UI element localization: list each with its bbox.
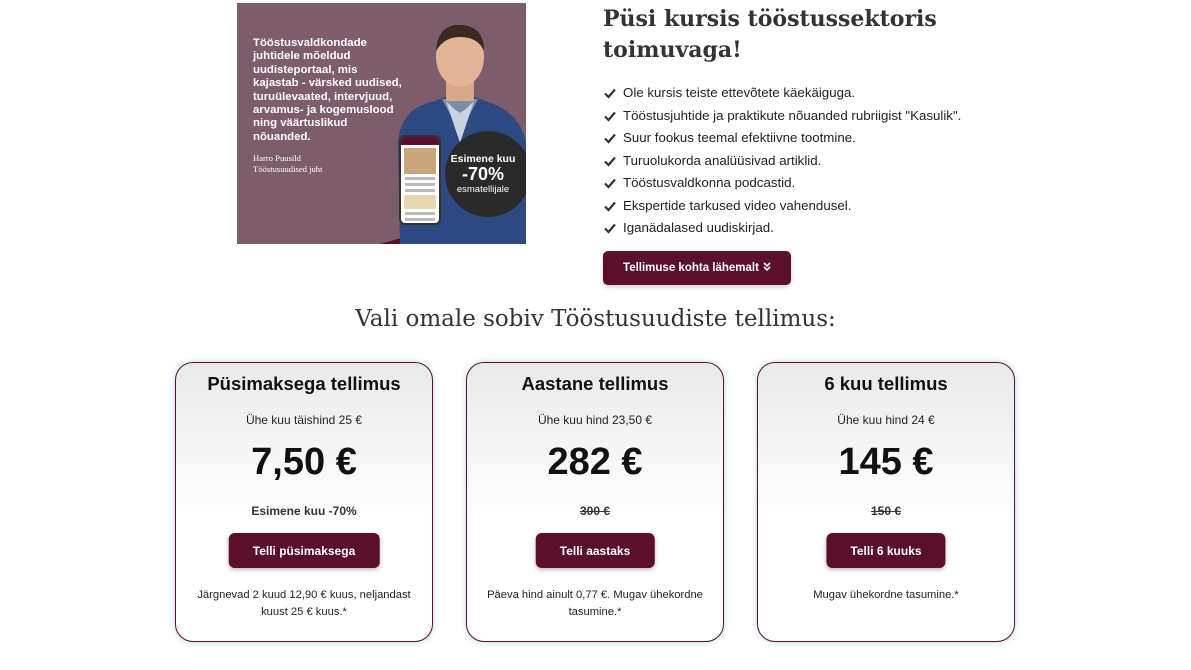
list-item: Turuolukorda analüüsivad artiklid. bbox=[603, 150, 961, 173]
feature-list: Ole kursis teiste ettevõtete käekäiguga.… bbox=[603, 82, 961, 240]
list-item: Suur fookus teemal efektiivne tootmine. bbox=[603, 127, 961, 150]
plan-card-yearly: Aastane tellimus Ühe kuu hind 23,50 € 28… bbox=[466, 362, 724, 642]
check-icon bbox=[604, 89, 616, 99]
more-info-button[interactable]: Tellimuse kohta lähemalt bbox=[603, 251, 791, 285]
plan-title: Püsimaksega tellimus bbox=[207, 373, 401, 394]
plan-price: 282 € bbox=[547, 441, 643, 483]
chevron-down-icon bbox=[763, 262, 771, 274]
plan-note: Esimene kuu -70% bbox=[251, 504, 357, 518]
plan-title: 6 kuu tellimus bbox=[824, 373, 948, 394]
phone-mockup bbox=[399, 135, 441, 225]
plan-old-price: 300 € bbox=[579, 504, 611, 518]
plan-subtitle: Ühe kuu hind 23,50 € bbox=[537, 413, 653, 427]
list-item: Ole kursis teiste ettevõtete käekäiguga. bbox=[603, 82, 961, 105]
signature-role: Tööstusuudised juht bbox=[253, 164, 323, 174]
check-icon bbox=[604, 201, 616, 212]
banner-signature: Harro Puusild Tööstusuudised juht bbox=[253, 153, 322, 175]
plan-price: 7,50 € bbox=[251, 441, 357, 483]
order-6-months-button[interactable]: Telli 6 kuuks bbox=[826, 533, 946, 568]
plan-old-price: 150 € bbox=[870, 504, 902, 518]
section-title: Vali omale sobiv Tööstusuudiste tellimus… bbox=[355, 306, 836, 332]
list-item: Iganädalased uudiskirjad. bbox=[603, 217, 961, 240]
plan-price: 145 € bbox=[838, 441, 934, 483]
check-icon bbox=[604, 179, 616, 189]
check-icon bbox=[604, 224, 616, 234]
plan-footnote: Järgnevad 2 kuud 12,90 € kuus, neljandas… bbox=[197, 589, 411, 618]
plan-card-6-months: 6 kuu tellimus Ühe kuu hind 24 € 145 € 1… bbox=[757, 362, 1015, 642]
discount-badge: Esimene kuu -70% esmatellijale bbox=[445, 131, 526, 217]
plan-footnote: Päeva hind ainult 0,77 €. Mugav ühekordn… bbox=[487, 589, 703, 618]
check-icon bbox=[604, 111, 616, 122]
promo-banner: Tööstusvaldkondade juhtidele mõeldud uud… bbox=[237, 3, 526, 244]
list-item: Tööstusjuhtide ja praktikute nõuanded ru… bbox=[603, 105, 961, 128]
order-yearly-button[interactable]: Telli aastaks bbox=[535, 533, 655, 568]
check-icon bbox=[604, 134, 616, 144]
badge-discount: -70% bbox=[461, 164, 505, 184]
badge-line3: esmatellijale bbox=[456, 184, 510, 195]
list-item: Tööstusvaldkonna podcastid. bbox=[603, 172, 961, 195]
plan-subtitle: Ühe kuu täishind 25 € bbox=[245, 413, 363, 427]
check-icon bbox=[604, 156, 616, 167]
more-info-label: Tellimuse kohta lähemalt bbox=[623, 262, 759, 274]
plan-subtitle: Ühe kuu hind 24 € bbox=[837, 413, 935, 427]
plan-title: Aastane tellimus bbox=[521, 373, 669, 394]
plan-card-monthly: Püsimaksega tellimus Ühe kuu täishind 25… bbox=[175, 362, 433, 642]
page-headline: Püsi kursis tööstussektoris toimuvaga! bbox=[603, 6, 937, 63]
list-item: Ekspertide tarkused video vahendusel. bbox=[603, 195, 961, 218]
signature-name: Harro Puusild bbox=[253, 153, 301, 163]
order-monthly-button[interactable]: Telli püsimaksega bbox=[228, 533, 380, 568]
plan-footnote: Mugav ühekordne tasumine.* bbox=[813, 589, 959, 601]
